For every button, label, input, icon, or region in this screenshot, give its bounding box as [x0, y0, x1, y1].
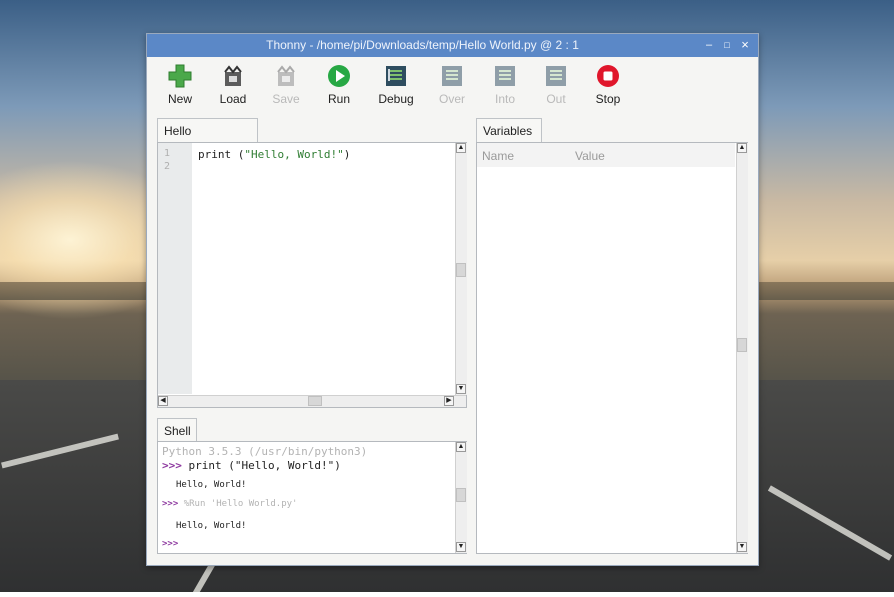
toolbar: New Load Save Run Debug Over Into Out St…: [147, 57, 758, 113]
shell-command-line: >>> print ("Hello, World!"): [162, 459, 341, 472]
debug-icon: [386, 66, 406, 86]
load-button[interactable]: Load: [209, 63, 257, 109]
scroll-thumb[interactable]: [456, 488, 466, 502]
scroll-up-icon[interactable]: ▲: [737, 143, 747, 153]
code-function: print: [198, 148, 238, 161]
shell-prompt: >>>: [162, 499, 179, 509]
shell-command: %Run 'Hello World.py': [183, 499, 298, 509]
folder-open-icon: [224, 65, 242, 86]
shell-tab-label: Shell: [164, 424, 191, 438]
shell-output-line: Hello, World!: [176, 521, 247, 531]
step-out-icon: [546, 66, 566, 86]
shell-prompt: >>>: [162, 459, 182, 472]
debug-button-label: Debug: [378, 92, 414, 106]
tab-variables[interactable]: Variables: [476, 118, 542, 142]
stop-icon: [597, 65, 619, 87]
shell-command: print ("Hello, World!"): [188, 459, 341, 472]
line-number: 2: [164, 161, 171, 172]
save-icon: [277, 65, 295, 86]
variables-header: Name Value: [477, 143, 735, 167]
debug-button[interactable]: Debug: [372, 63, 420, 109]
save-button-label: Save: [272, 92, 300, 106]
variables-vertical-scrollbar[interactable]: ▲ ▼: [736, 143, 748, 553]
stop-button[interactable]: Stop: [584, 63, 632, 109]
scroll-up-icon[interactable]: ▲: [456, 143, 466, 153]
step-into-button-label: Into: [494, 92, 515, 106]
step-into-icon: [495, 66, 515, 86]
shell-input-line[interactable]: >>>: [162, 539, 178, 549]
editor-horizontal-scrollbar[interactable]: ◀ ▶: [158, 395, 466, 407]
tab-shell[interactable]: Shell: [157, 418, 197, 442]
close-button[interactable]: ×: [738, 38, 752, 52]
plus-icon: [168, 64, 192, 88]
scroll-up-icon[interactable]: ▲: [456, 442, 466, 452]
new-button[interactable]: New: [156, 63, 204, 109]
thonny-window: Thonny - /home/pi/Downloads/temp/Hello W…: [146, 33, 759, 566]
code-string: "Hello, World!": [244, 148, 344, 161]
scroll-thumb[interactable]: [308, 396, 322, 406]
scroll-thumb[interactable]: [456, 263, 466, 277]
shell-command-line: >>> %Run 'Hello World.py': [162, 499, 297, 509]
shell-panel[interactable]: Python 3.5.3 (/usr/bin/python3) >>> prin…: [157, 441, 467, 554]
code-line-1[interactable]: print ("Hello, World!"): [198, 148, 350, 161]
variables-col-name[interactable]: Name: [482, 149, 514, 163]
line-number-gutter: 1 2: [158, 143, 192, 394]
scroll-down-icon[interactable]: ▼: [456, 384, 466, 394]
shell-vertical-scrollbar[interactable]: ▲ ▼: [455, 442, 467, 553]
scroll-right-icon[interactable]: ▶: [444, 396, 454, 406]
scroll-left-icon[interactable]: ◀: [158, 396, 168, 406]
stop-button-label: Stop: [595, 92, 621, 106]
step-out-button[interactable]: Out: [532, 63, 580, 109]
step-out-button-label: Out: [546, 92, 566, 106]
editor-vertical-scrollbar[interactable]: ▲ ▼: [455, 143, 467, 395]
save-button[interactable]: Save: [262, 63, 310, 109]
step-over-button-label: Over: [438, 92, 465, 106]
code-paren: ): [343, 148, 351, 161]
line-number: 1: [164, 148, 171, 159]
shell-prompt: >>>: [162, 539, 179, 549]
tab-hello-world[interactable]: Hello World.py✖: [157, 118, 258, 162]
run-button-label: Run: [327, 92, 350, 106]
code-editor[interactable]: 1 2 print ("Hello, World!") ▲ ▼ ◀ ▶: [157, 142, 467, 408]
play-icon: [328, 65, 350, 87]
title-bar[interactable]: Thonny - /home/pi/Downloads/temp/Hello W…: [147, 34, 758, 57]
run-button[interactable]: Run: [315, 63, 363, 109]
scroll-thumb[interactable]: [737, 338, 747, 352]
step-over-icon: [442, 66, 462, 86]
minimize-button[interactable]: –: [702, 38, 716, 52]
variables-col-value[interactable]: Value: [575, 149, 605, 163]
maximize-button[interactable]: □: [720, 38, 734, 52]
step-into-button[interactable]: Into: [481, 63, 529, 109]
shell-output: Python 3.5.3 (/usr/bin/python3) >>> prin…: [162, 445, 367, 597]
scroll-down-icon[interactable]: ▼: [737, 542, 747, 552]
step-over-button[interactable]: Over: [428, 63, 476, 109]
new-button-label: New: [167, 92, 192, 106]
shell-output-line: Hello, World!: [176, 480, 247, 490]
window-title: Thonny - /home/pi/Downloads/temp/Hello W…: [266, 38, 579, 52]
variables-panel[interactable]: Name Value ▲ ▼: [476, 142, 748, 554]
variables-tab-label: Variables: [483, 124, 533, 138]
shell-banner: Python 3.5.3 (/usr/bin/python3): [162, 445, 368, 458]
scroll-down-icon[interactable]: ▼: [456, 542, 466, 552]
load-button-label: Load: [219, 92, 247, 106]
